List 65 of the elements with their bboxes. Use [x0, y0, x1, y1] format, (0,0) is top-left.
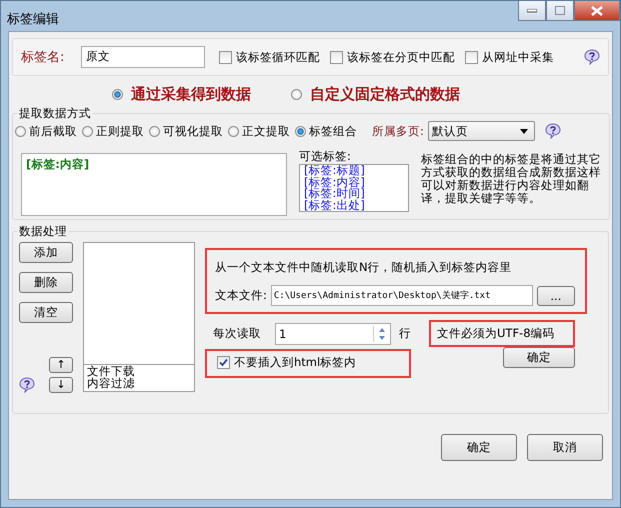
group-title: 提取数据方式: [18, 106, 92, 121]
radio-label: 标签组合: [309, 124, 357, 138]
file-path-field[interactable]: C:\Users\Administrator\Desktop\关键字.txt: [270, 285, 533, 306]
combination-field[interactable]: [标签:内容]: [21, 153, 287, 216]
move-button[interactable]: ↓: [49, 377, 73, 393]
close-icon: [591, 6, 603, 16]
radio-button[interactable]: [15, 126, 26, 136]
description-text: 标签组合的中的标签是将通过其它方式获取的数据组合成新数据这样可以对新数据进行内容处理如翻译，提取关键字等等。: [421, 153, 601, 207]
help-icon[interactable]: [544, 123, 561, 139]
list-action-button[interactable]: 清空: [19, 302, 73, 323]
radio-label: 自定义固定格式的数据: [310, 84, 460, 104]
radio-button[interactable]: [295, 126, 306, 136]
radio-label: 通过采集得到数据: [131, 84, 251, 104]
radio-label: 正文提取: [242, 124, 290, 138]
list-item[interactable]: 内容过滤: [87, 377, 191, 389]
radio-label: 前后截取: [29, 124, 77, 138]
checkbox[interactable]: [465, 50, 478, 64]
help-icon[interactable]: [584, 49, 600, 65]
spin-arrows-icon[interactable]: [376, 326, 388, 342]
list-item[interactable]: 文件下载: [87, 365, 191, 377]
radio-button[interactable]: [82, 126, 93, 136]
checkbox-label: 从网址中采集: [482, 50, 554, 64]
move-button[interactable]: ↑: [49, 357, 73, 373]
radio-label: 正则提取: [96, 124, 144, 138]
radio-button[interactable]: [291, 88, 302, 100]
tag-list-item[interactable]: [标签:出处]: [304, 200, 404, 211]
available-tags-label: 可选标签:: [299, 149, 352, 164]
dialog-button[interactable]: 确定: [441, 434, 517, 461]
maximize-button[interactable]: [546, 1, 574, 21]
radio-label: 可视化提取: [163, 124, 223, 138]
minimize-button[interactable]: [518, 1, 546, 21]
tag-list-item[interactable]: [标签:时间]: [304, 188, 404, 200]
caret-icon: [520, 128, 528, 134]
tag-name-field[interactable]: 原文: [81, 46, 205, 68]
unit-label: 行: [399, 326, 411, 341]
window-title: 标签编辑: [7, 11, 59, 28]
minimize-icon: [527, 8, 537, 12]
checkbox-label: 不要插入到html标签内: [234, 355, 356, 370]
list-action-button[interactable]: 删除: [19, 272, 73, 293]
tag-list-item[interactable]: [标签:标题]: [304, 165, 404, 176]
description-text: 从一个文本文件中随机读取N行，随机插入到标签内容里: [215, 260, 513, 275]
page-label: 所属多页:: [372, 124, 424, 138]
dialog-button[interactable]: 取消: [527, 434, 603, 461]
read-label: 每次读取: [213, 326, 261, 341]
tag-name-label: 标签名:: [21, 49, 66, 66]
checkbox[interactable]: [217, 356, 230, 369]
browse-button[interactable]: ...: [536, 286, 575, 306]
radio-button[interactable]: [228, 126, 239, 136]
close-button[interactable]: [574, 1, 620, 21]
checkbox-label: 该标签循环匹配: [236, 50, 320, 64]
radio-button[interactable]: [149, 126, 160, 136]
radio-button[interactable]: [112, 88, 123, 100]
page-dropdown[interactable]: 默认页: [428, 121, 535, 141]
checkbox[interactable]: [219, 50, 232, 64]
group-title: 数据处理: [18, 224, 68, 239]
maximize-icon: [555, 6, 565, 15]
list-action-button[interactable]: 添加: [19, 242, 73, 263]
file-label: 文本文件:: [215, 288, 267, 303]
help-icon[interactable]: [19, 377, 35, 393]
confirm-button[interactable]: 确定: [503, 347, 575, 368]
read-count-spinner[interactable]: 1: [275, 322, 391, 344]
encoding-note: 文件必须为UTF-8编码: [429, 320, 575, 347]
checkbox[interactable]: [330, 50, 343, 64]
checkbox-label: 该标签在分页中匹配: [347, 50, 455, 64]
tag-list-item[interactable]: [标签:内容]: [304, 176, 404, 188]
